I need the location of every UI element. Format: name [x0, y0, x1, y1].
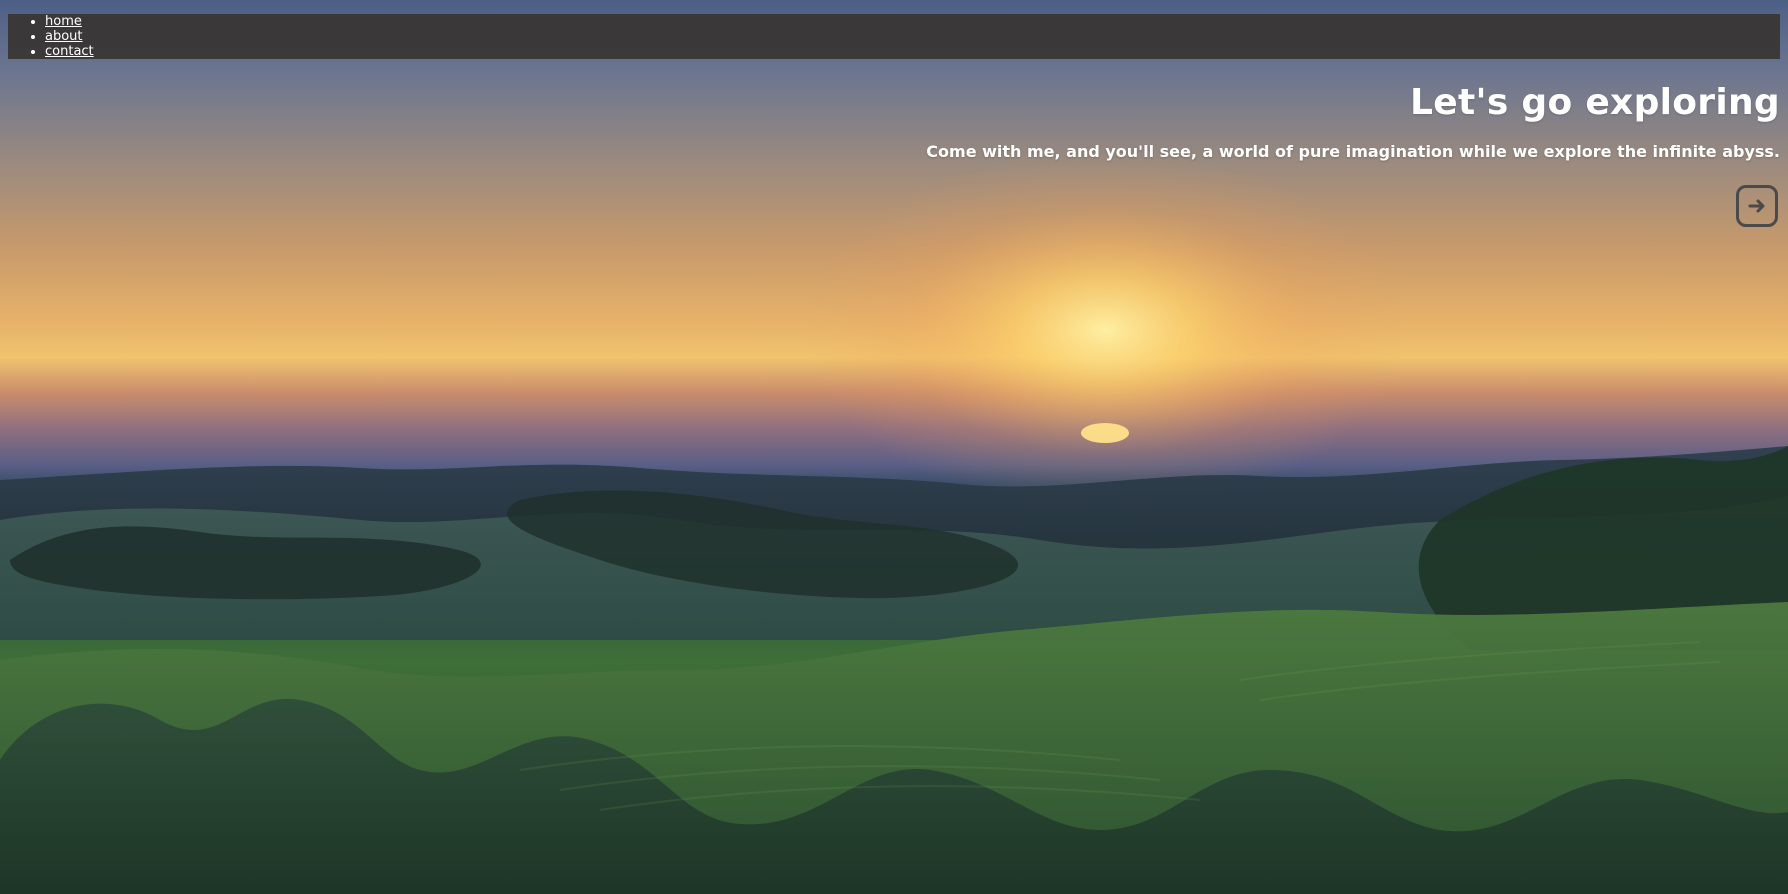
nav-list: home about contact [8, 14, 1780, 59]
hero-title: Let's go exploring [1410, 82, 1780, 123]
nav-item-about: about [45, 29, 1780, 44]
nav-item-home: home [45, 14, 1780, 29]
hero-section: Let's go exploring Come with me, and you… [926, 80, 1780, 227]
nav-link-contact[interactable]: contact [45, 44, 94, 59]
nav-link-about[interactable]: about [45, 29, 83, 44]
explore-next-button[interactable] [1736, 185, 1778, 227]
landing-page: home about contact Let's go exploring Co… [0, 0, 1788, 894]
nav-link-home[interactable]: home [45, 14, 82, 29]
hero-subtitle: Come with me, and you'll see, a world of… [926, 142, 1780, 161]
top-navigation-bar: home about contact [8, 14, 1780, 59]
arrow-right-icon [1745, 194, 1769, 218]
nav-item-contact: contact [45, 44, 1780, 59]
